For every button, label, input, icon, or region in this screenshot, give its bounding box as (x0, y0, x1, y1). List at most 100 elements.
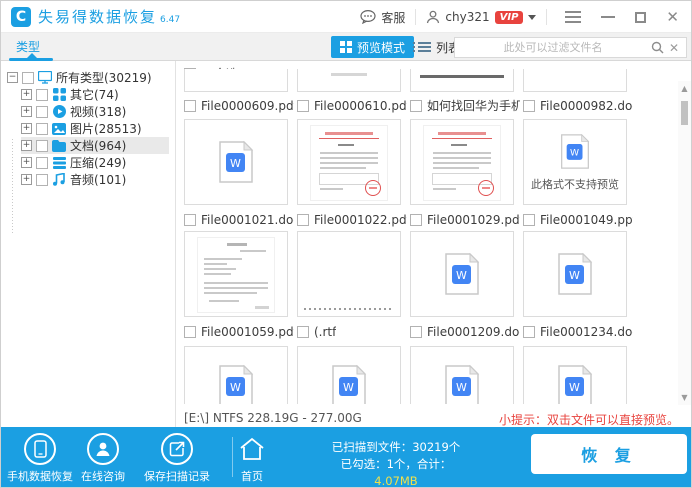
tree-item-all-types[interactable]: − 所有类型(30219) (7, 69, 152, 86)
tree-label: 图片(28513) (70, 120, 142, 137)
svg-text:W: W (343, 381, 354, 394)
divider (546, 9, 547, 25)
file-item[interactable]: File0001029.pdf (410, 212, 520, 227)
file-item[interactable]: 如何找回华为手机删... (410, 98, 520, 113)
grid-apps-icon (52, 88, 66, 101)
phone-recovery-label: 手机数据恢复 (7, 468, 73, 484)
export-icon (161, 433, 193, 465)
close-button[interactable]: ✕ (666, 10, 679, 25)
file-thumbnail[interactable] (297, 231, 401, 317)
menu-button[interactable] (565, 8, 581, 26)
checkbox[interactable] (36, 123, 48, 135)
scroll-up-icon[interactable]: ▲ (680, 84, 689, 93)
file-thumbnail[interactable] (410, 69, 514, 92)
clear-search-icon[interactable]: ✕ (664, 41, 686, 55)
phone-icon (24, 433, 56, 465)
checkbox[interactable] (36, 106, 48, 118)
tree-item-video[interactable]: + 视频(318) (21, 103, 126, 120)
file-checkbox[interactable] (523, 326, 535, 338)
file-thumbnail[interactable]: W (184, 346, 288, 404)
preview-mode-button[interactable]: 预览模式 (331, 36, 414, 58)
tree-item-audio[interactable]: + 音频(101) (21, 171, 126, 188)
file-thumbnail[interactable]: W (523, 231, 627, 317)
video-icon (52, 105, 66, 118)
file-thumbnail[interactable] (184, 69, 288, 92)
checkbox[interactable] (36, 89, 48, 101)
file-thumbnail[interactable] (297, 119, 401, 205)
tree-guides (12, 139, 13, 235)
preview-mode-label: 预览模式 (357, 39, 405, 56)
word-file-icon: W (218, 364, 254, 404)
archive-icon (52, 156, 66, 169)
checkbox[interactable] (36, 140, 48, 152)
vertical-scrollbar[interactable]: ▲ ▼ (678, 81, 691, 405)
checkbox[interactable] (22, 72, 34, 84)
file-thumbnail[interactable] (297, 69, 401, 92)
account-button[interactable]: chy321 VIP (426, 10, 536, 24)
file-name: File0001021.doc (201, 213, 294, 227)
phone-recovery-button[interactable]: 手机数据恢复 (7, 433, 73, 484)
file-item[interactable]: File0001049.ppt (523, 212, 633, 227)
save-scan-label: 保存扫描记录 (144, 468, 210, 484)
home-button[interactable]: 首页 (239, 433, 265, 484)
file-item[interactable]: (.rtf (297, 324, 407, 339)
file-thumbnail[interactable]: W (297, 346, 401, 404)
file-item[interactable]: File0001022.pdf (297, 212, 407, 227)
search-icon[interactable] (651, 41, 664, 54)
file-checkbox[interactable] (297, 326, 309, 338)
tree-item-document[interactable]: + 文档(964) (21, 137, 169, 154)
file-item[interactable]: File0000982.doc (523, 98, 633, 113)
expand-icon[interactable]: + (21, 89, 32, 100)
checkbox[interactable] (36, 174, 48, 186)
scrollbar-thumb[interactable] (681, 101, 688, 125)
file-name: File0001059.pdf (201, 325, 294, 339)
file-checkbox[interactable] (523, 100, 535, 112)
file-checkbox[interactable] (410, 214, 422, 226)
maximize-button[interactable] (635, 12, 646, 23)
vip-badge: VIP (495, 11, 524, 24)
minimize-button[interactable] (601, 16, 615, 18)
file-checkbox[interactable] (297, 214, 309, 226)
file-thumbnail[interactable]: W (410, 346, 514, 404)
checkbox[interactable] (36, 157, 48, 169)
expand-icon[interactable]: + (21, 140, 32, 151)
file-item[interactable]: File0001021.doc (184, 212, 294, 227)
file-item[interactable]: File0001234.doc (523, 324, 633, 339)
file-thumbnail[interactable] (184, 231, 288, 317)
status-line: [E:\] NTFS 228.19G - 277.00G 小提示：双击文件可以直… (184, 411, 679, 428)
file-thumbnail[interactable] (410, 119, 514, 205)
collapse-icon[interactable]: − (7, 72, 18, 83)
expand-icon[interactable]: + (21, 157, 32, 168)
file-thumbnail[interactable]: W (523, 346, 627, 404)
file-thumbnail[interactable]: W 此格式不支持预览 (523, 119, 627, 205)
expand-icon[interactable]: + (21, 106, 32, 117)
tree-item-archive[interactable]: + 压缩(249) (21, 154, 126, 171)
file-item[interactable]: File0001209.doc (410, 324, 520, 339)
file-item[interactable]: File0001059.pdf (184, 324, 294, 339)
file-item[interactable]: File0000610.pdf (297, 98, 407, 113)
file-checkbox[interactable] (184, 326, 196, 338)
chevron-down-icon[interactable] (528, 15, 536, 20)
scroll-down-icon[interactable]: ▼ (680, 393, 689, 402)
save-scan-button[interactable]: 保存扫描记录 (144, 433, 210, 484)
file-item[interactable]: File0000609.pdf (184, 98, 294, 113)
file-checkbox[interactable] (184, 100, 196, 112)
file-thumbnail[interactable]: W (410, 231, 514, 317)
file-checkbox[interactable] (184, 214, 196, 226)
support-button[interactable]: 客服 (360, 9, 405, 26)
file-checkbox[interactable] (410, 326, 422, 338)
red-stamp (478, 180, 494, 196)
expand-icon[interactable]: + (21, 123, 32, 134)
tree-item-image[interactable]: + 图片(28513) (21, 120, 142, 137)
expand-icon[interactable]: + (21, 174, 32, 185)
file-thumbnail[interactable]: W (184, 119, 288, 205)
recover-button[interactable]: 恢 复 (531, 434, 687, 474)
online-support-button[interactable]: 在线咨询 (81, 433, 125, 484)
file-thumbnail[interactable] (523, 69, 627, 92)
file-checkbox[interactable] (297, 100, 309, 112)
file-checkbox[interactable] (523, 214, 535, 226)
username: chy321 (445, 10, 489, 24)
file-checkbox[interactable] (410, 100, 422, 112)
tree-item-other[interactable]: + 其它(74) (21, 86, 119, 103)
search-input[interactable] (455, 41, 651, 54)
